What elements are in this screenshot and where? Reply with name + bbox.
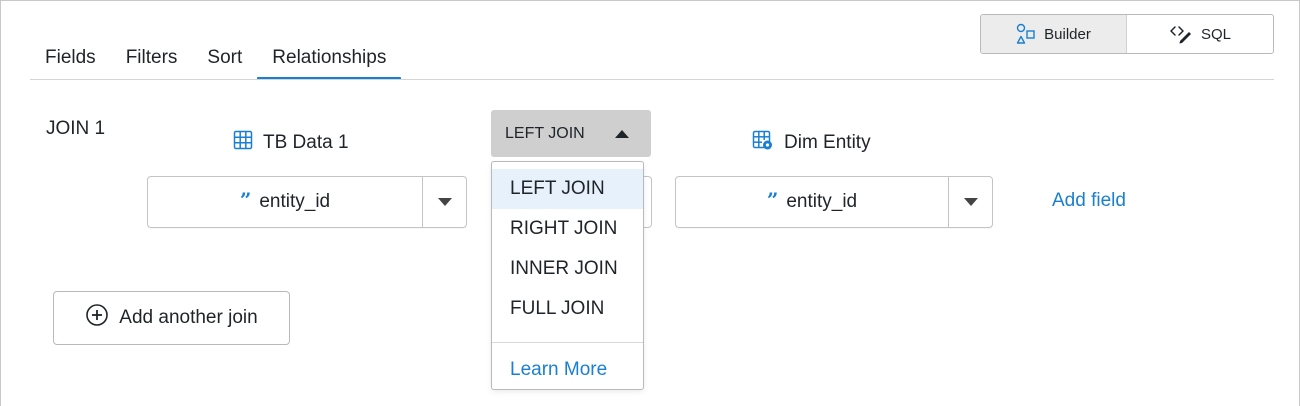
right-table-label: Dim Entity [784,132,871,153]
plus-circle-icon [85,303,109,333]
right-table-name: Dim Entity [752,130,871,156]
join-type-value: LEFT JOIN [505,124,585,142]
linked-table-icon [752,130,774,156]
builder-icon [1016,23,1036,45]
caret-down-icon [963,193,978,211]
left-field-dropdown-button[interactable] [422,177,466,227]
sql-label: SQL [1200,25,1231,43]
caret-up-icon [615,130,629,138]
builder-label: Builder [1044,25,1091,43]
menu-item-right-join[interactable]: RIGHT JOIN [492,209,643,249]
string-type-icon: ” [766,188,779,212]
join-type-select[interactable]: LEFT JOIN [491,110,651,157]
tab-filters[interactable]: Filters [111,46,193,80]
add-another-join-button[interactable]: Add another join [53,291,290,345]
tab-sort[interactable]: Sort [192,46,257,80]
table-grid-icon [233,130,253,156]
sql-mode-button[interactable]: SQL [1127,15,1273,53]
menu-item-inner-join[interactable]: INNER JOIN [492,249,643,289]
join-label: JOIN 1 [46,118,106,139]
left-field-value[interactable]: ” entity_id [148,177,422,227]
tab-fields[interactable]: Fields [30,46,111,80]
left-field-select[interactable]: ” entity_id [147,176,467,228]
tab-divider [30,79,1274,80]
learn-more-link[interactable]: Learn More [492,350,643,390]
left-field-label: entity_id [259,191,331,212]
left-table-label: TB Data 1 [263,132,349,153]
tab-relationships[interactable]: Relationships [257,46,402,80]
add-another-join-label: Add another join [119,307,258,328]
tab-bar: Fields Filters Sort Relationships [30,46,402,80]
right-field-select[interactable]: ” entity_id [675,176,993,228]
menu-divider [492,342,643,343]
menu-item-full-join[interactable]: FULL JOIN [492,289,643,329]
left-table-name: TB Data 1 [233,130,349,156]
right-field-label: entity_id [786,191,858,212]
mode-toggle: Builder SQL [980,14,1274,54]
caret-down-icon [437,193,452,211]
right-field-value[interactable]: ” entity_id [676,177,948,227]
right-field-dropdown-button[interactable] [948,177,992,227]
join-type-menu: LEFT JOIN RIGHT JOIN INNER JOIN FULL JOI… [491,161,644,390]
string-type-icon: ” [239,188,252,212]
menu-item-left-join[interactable]: LEFT JOIN [492,169,643,209]
builder-mode-button[interactable]: Builder [981,15,1127,53]
add-field-link[interactable]: Add field [1052,190,1126,212]
code-edit-icon [1169,24,1193,44]
